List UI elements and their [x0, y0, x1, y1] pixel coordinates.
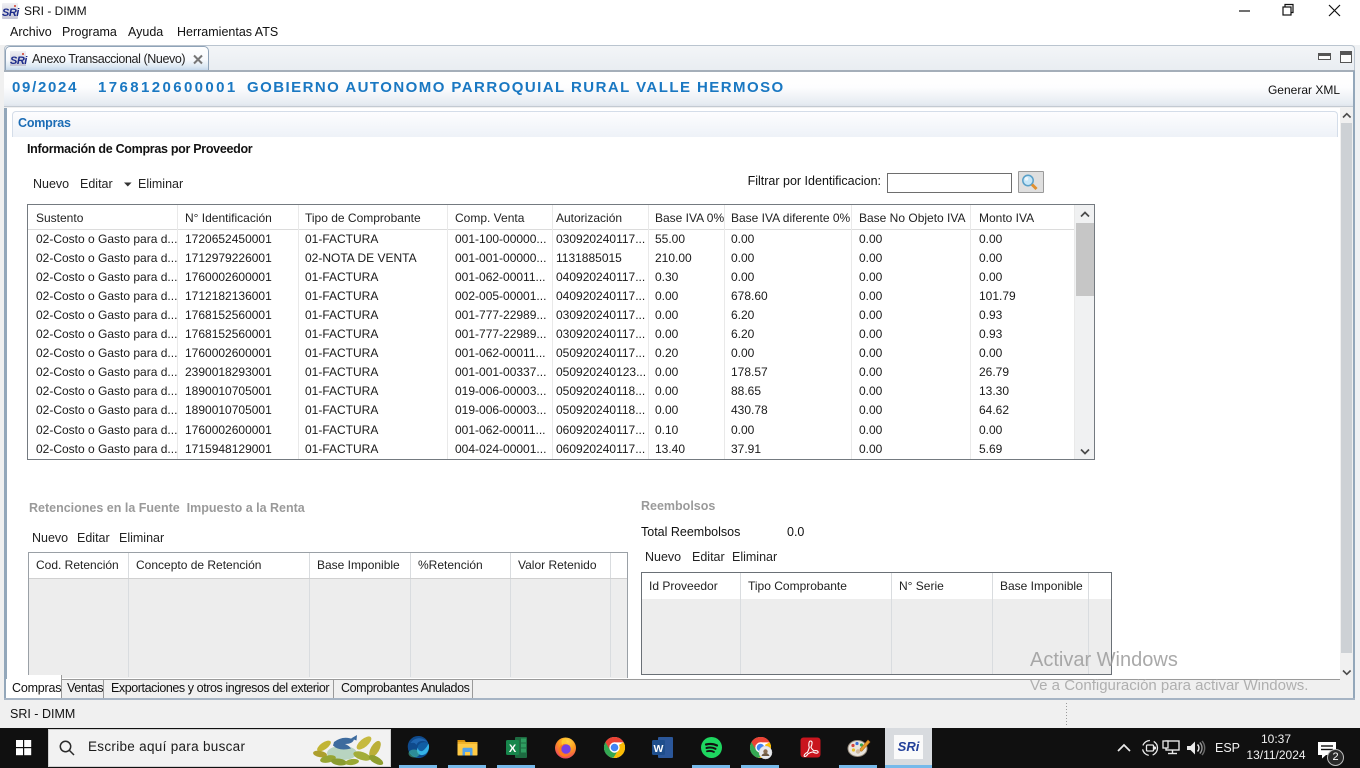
svg-text:W: W — [654, 743, 664, 755]
svg-text:X: X — [509, 743, 517, 755]
